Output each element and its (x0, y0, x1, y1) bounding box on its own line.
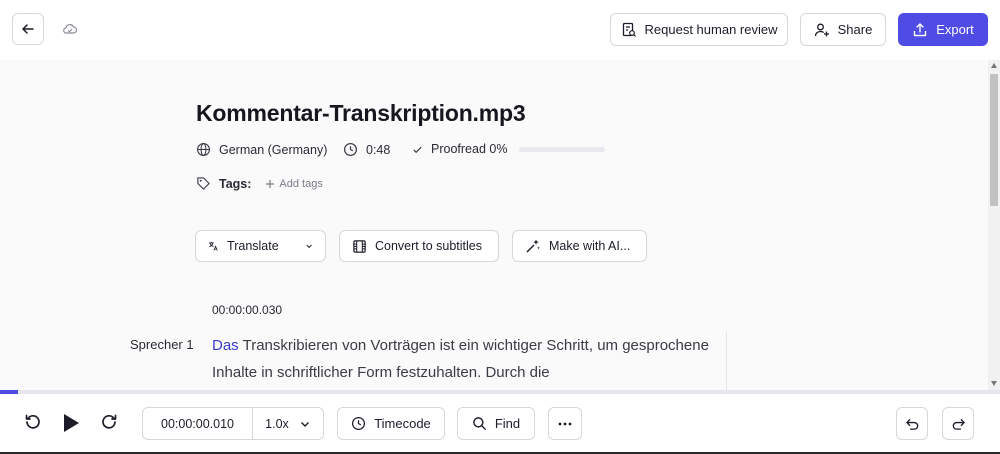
undo-icon (905, 419, 918, 430)
timecode-label: Timecode (374, 416, 431, 431)
top-bar: Request human review Share Export (0, 0, 1000, 60)
check-icon (413, 146, 422, 153)
transcript-text[interactable]: Das Transkribieren von Vorträgen ist ein… (212, 332, 712, 386)
transcript-rest: Transkribieren von Vorträgen ist ein wic… (212, 337, 709, 381)
undo-button[interactable] (896, 407, 928, 440)
timecode-button[interactable]: Timecode (337, 407, 445, 440)
plus-icon (266, 179, 275, 188)
add-tags-label: Add tags (279, 177, 323, 190)
speaker-label[interactable]: Sprecher 1 (130, 337, 194, 352)
forward-button[interactable] (98, 411, 120, 433)
scroll-thumb[interactable] (990, 74, 998, 206)
redo-icon (952, 419, 965, 430)
more-icon (558, 422, 572, 425)
scroll-down-arrow[interactable] (991, 381, 997, 386)
share-label: Share (837, 22, 873, 37)
tag-icon (197, 177, 210, 190)
make-with-ai-button[interactable]: Make with AI... (512, 230, 647, 262)
editor-area: Kommentar-Transkription.mp3 German (Germ… (0, 60, 988, 390)
forward-icon (102, 414, 117, 429)
add-user-icon (814, 23, 829, 36)
proofread-progress-bar (519, 146, 606, 152)
translate-icon (209, 241, 218, 251)
find-label: Find (494, 416, 521, 431)
film-icon (353, 239, 366, 253)
convert-to-subtitles-button[interactable]: Convert to subtitles (339, 230, 499, 262)
clock-icon (352, 416, 366, 431)
ai-label: Make with AI... (549, 239, 631, 253)
proofread-label: Proofread 0% (431, 142, 508, 156)
export-button[interactable]: Export (898, 13, 988, 46)
tags-label: Tags: (219, 176, 252, 191)
more-options-button[interactable] (548, 407, 582, 440)
clock-icon (343, 142, 358, 157)
speed-label: 1.0x (265, 416, 289, 431)
proofread-info: Proofread 0% (412, 142, 606, 156)
current-word[interactable]: Das (212, 337, 239, 354)
request-human-review-button[interactable]: Request human review (610, 13, 788, 46)
language-info[interactable]: German (Germany) (196, 142, 327, 157)
segment-timestamp[interactable]: 00:00:00.030 (212, 303, 282, 317)
chevron-down-icon (300, 421, 309, 427)
translate-label: Translate (227, 239, 279, 253)
redo-button[interactable] (942, 407, 974, 440)
review-doc-icon (622, 22, 636, 37)
back-button[interactable] (12, 13, 44, 45)
share-button[interactable]: Share (800, 13, 886, 46)
current-time-input[interactable]: 00:00:00.010 (143, 408, 253, 439)
play-button[interactable] (60, 411, 82, 435)
rewind-button[interactable] (22, 411, 44, 433)
upload-icon (914, 22, 927, 36)
language-label: German (Germany) (219, 142, 328, 157)
translate-button[interactable]: Translate (195, 230, 326, 262)
request-review-label: Request human review (644, 22, 778, 37)
column-divider (726, 332, 727, 390)
sparkle-icon (526, 239, 540, 253)
rewind-icon (25, 414, 40, 429)
find-button[interactable]: Find (457, 407, 535, 440)
back-arrow-icon (22, 24, 34, 34)
duration-info: 0:48 (343, 142, 390, 157)
scroll-up-arrow[interactable] (991, 63, 997, 68)
file-title: Kommentar-Transkription.mp3 (196, 100, 526, 126)
speed-select[interactable]: 1.0x (253, 408, 323, 439)
tags-row: Tags: Add tags (196, 176, 323, 191)
globe-icon (197, 143, 210, 156)
cloud-sync-icon (63, 24, 78, 34)
export-label: Export (936, 22, 974, 37)
play-icon (64, 414, 79, 432)
duration-label: 0:48 (366, 142, 391, 157)
time-speed-control: 00:00:00.010 1.0x (142, 407, 324, 440)
add-tags-button[interactable]: Add tags (265, 177, 323, 190)
search-icon (473, 417, 486, 431)
chevron-down-icon (306, 244, 312, 249)
subtitles-label: Convert to subtitles (375, 239, 482, 253)
